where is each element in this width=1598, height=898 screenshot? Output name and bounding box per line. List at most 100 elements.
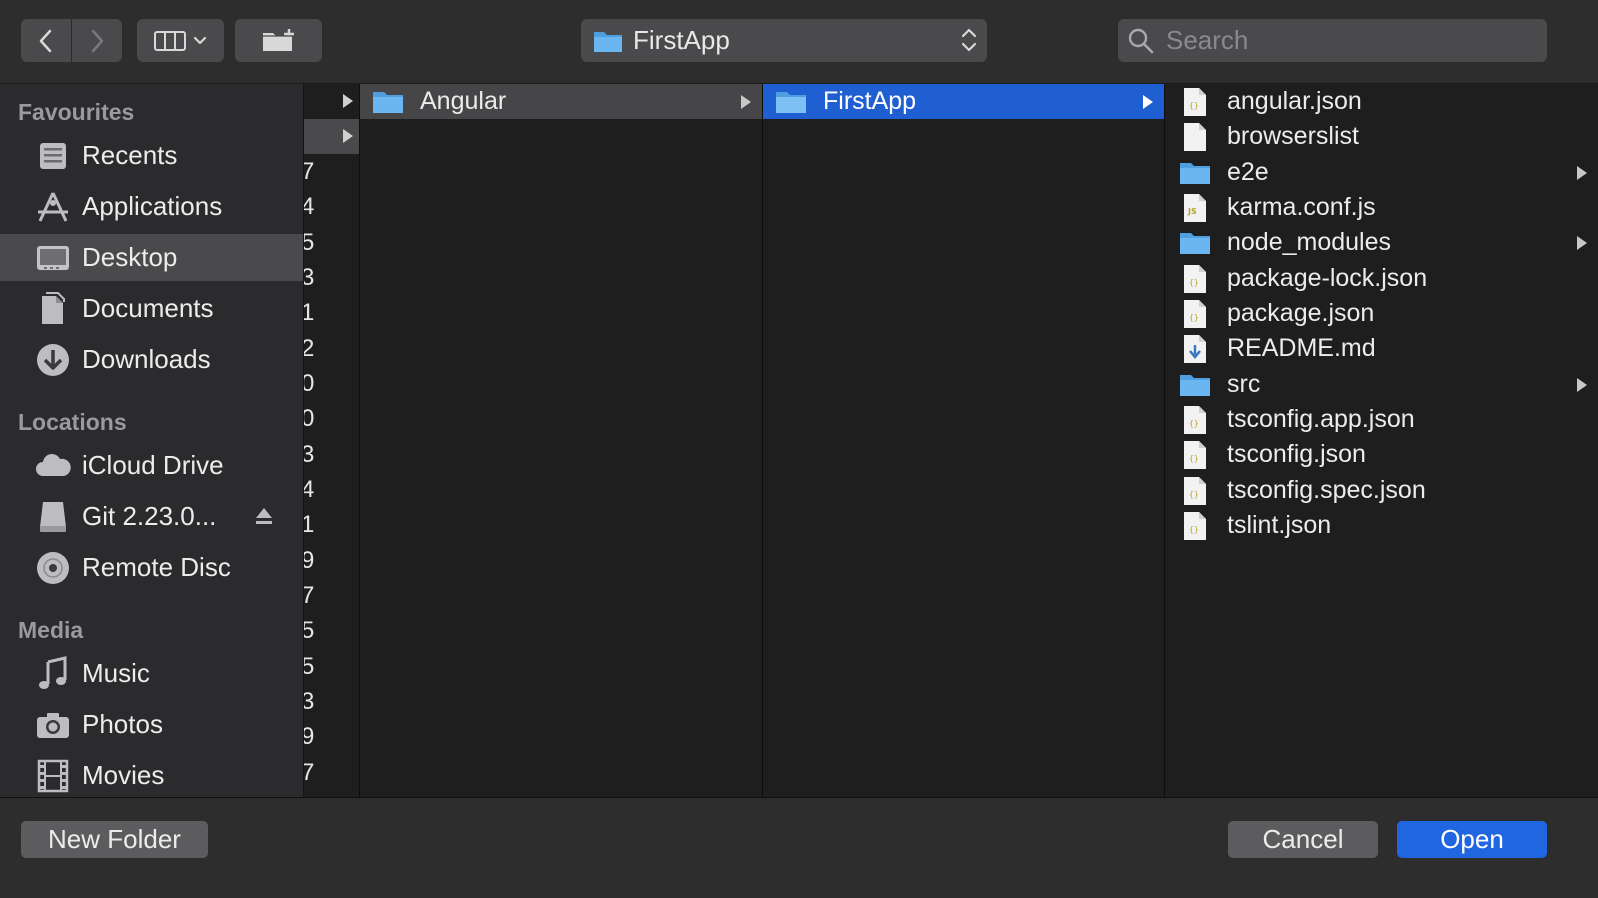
new-folder-button[interactable]: New Folder xyxy=(21,821,208,858)
file-row-label: browserslist xyxy=(1227,122,1359,150)
json-file-icon: {} xyxy=(1179,405,1211,434)
sidebar-item-label: Photos xyxy=(82,709,163,739)
file-row[interactable]: {} tsconfig.spec.json xyxy=(1165,473,1598,508)
partial-text: 5 xyxy=(304,229,314,257)
file-row-label: package.json xyxy=(1227,299,1375,327)
file-row[interactable]: JS karma.conf.js xyxy=(1165,190,1598,225)
path-popup-button[interactable]: FirstApp xyxy=(581,19,987,62)
sidebar-item-label: Downloads xyxy=(82,344,211,374)
search-input[interactable] xyxy=(1164,24,1528,57)
column-row-firstapp[interactable]: FirstApp xyxy=(763,84,1164,119)
back-button[interactable] xyxy=(21,19,71,62)
file-row-label: src xyxy=(1227,370,1261,398)
browser-column-3[interactable]: {} angular.json browserslist e2e JS karm… xyxy=(1165,84,1598,797)
folder-icon xyxy=(372,88,404,116)
film-icon xyxy=(34,757,72,795)
file-row[interactable]: README.md xyxy=(1165,331,1598,366)
partial-text: 1 xyxy=(304,299,314,327)
json-file-icon: {} xyxy=(1179,264,1211,293)
folder-icon xyxy=(1179,371,1211,399)
file-row[interactable]: {} tslint.json xyxy=(1165,508,1598,543)
path-popup-label: FirstApp xyxy=(633,25,730,55)
partial-text: 9 xyxy=(304,547,314,575)
folder-plus-icon xyxy=(262,28,294,51)
svg-text:{}: {} xyxy=(1189,278,1199,287)
svg-text:{}: {} xyxy=(1189,454,1199,463)
json-file-icon: {} xyxy=(1179,511,1211,540)
json-file-icon: {} xyxy=(1179,87,1211,116)
json-file-icon: {} xyxy=(1179,299,1211,328)
file-row-label: karma.conf.js xyxy=(1227,193,1376,221)
column-row-label: Angular xyxy=(420,87,507,115)
svg-text:{}: {} xyxy=(1189,101,1199,110)
forward-button[interactable] xyxy=(72,19,122,62)
cancel-button[interactable]: Cancel xyxy=(1228,821,1378,858)
folder-icon xyxy=(1179,229,1211,257)
downloads-icon xyxy=(34,341,72,379)
view-options-button[interactable] xyxy=(137,19,224,62)
search-field[interactable] xyxy=(1118,19,1547,62)
sidebar-item-desktop[interactable]: Desktop xyxy=(0,234,303,281)
file-row[interactable]: {} tsconfig.json xyxy=(1165,437,1598,472)
sidebar-item-music[interactable]: Music xyxy=(0,650,303,697)
file-row[interactable]: {} angular.json xyxy=(1165,84,1598,119)
column-row[interactable] xyxy=(304,84,359,119)
file-row[interactable]: browserslist xyxy=(1165,119,1598,154)
disclosure-arrow-icon xyxy=(1577,236,1587,250)
folder-icon xyxy=(1179,159,1211,187)
column-row-angular[interactable]: Angular xyxy=(360,84,762,119)
sidebar-item-movies[interactable]: Movies xyxy=(0,752,303,799)
folder-row[interactable]: e2e xyxy=(1165,155,1598,190)
file-row[interactable]: {} tsconfig.app.json xyxy=(1165,402,1598,437)
sidebar-item-recents[interactable]: Recents xyxy=(0,132,303,179)
column-row-selected[interactable] xyxy=(304,119,359,154)
file-row-label: tsconfig.app.json xyxy=(1227,405,1415,433)
sidebar-section-favourites: Favourites xyxy=(18,99,135,125)
music-icon xyxy=(34,655,72,693)
partial-text: 5 xyxy=(304,653,314,681)
partial-text: 9 xyxy=(304,723,314,751)
disclosure-arrow-icon xyxy=(741,95,751,109)
column-view-icon xyxy=(153,30,186,51)
folder-row[interactable]: src xyxy=(1165,367,1598,402)
browser-column-2[interactable]: FirstApp xyxy=(763,84,1165,797)
browser-column-partial[interactable]: 7 4 5 3 1 2 0 0 3 4 1 9 7 5 5 3 9 7 xyxy=(304,84,360,797)
json-file-icon: {} xyxy=(1179,476,1211,505)
dialog-footer: New Folder Cancel Open xyxy=(0,797,1598,898)
sidebar-section-locations: Locations xyxy=(18,409,127,435)
disclosure-arrow-icon xyxy=(1143,95,1153,109)
partial-text: 7 xyxy=(304,582,314,610)
applications-icon xyxy=(34,188,72,226)
open-button[interactable]: Open xyxy=(1397,821,1547,858)
updown-arrows-icon xyxy=(961,28,977,52)
file-row[interactable]: {} package.json xyxy=(1165,296,1598,331)
browser-column-1[interactable]: Angular xyxy=(360,84,763,797)
sidebar-item-icloud-drive[interactable]: iCloud Drive xyxy=(0,442,303,489)
eject-icon[interactable] xyxy=(254,506,274,531)
folder-icon xyxy=(594,31,622,52)
disclosure-arrow-icon xyxy=(343,94,353,108)
sidebar-item-photos[interactable]: Photos xyxy=(0,701,303,748)
sidebar-item-remote-disc[interactable]: Remote Disc xyxy=(0,544,303,591)
disc-icon xyxy=(34,549,72,587)
sidebar-item-applications[interactable]: Applications xyxy=(0,183,303,230)
sidebar-item-label: Documents xyxy=(82,293,214,323)
toolbar: FirstApp xyxy=(0,0,1598,84)
svg-text:{}: {} xyxy=(1189,313,1199,322)
partial-text: 2 xyxy=(304,335,314,363)
folder-row[interactable]: node_modules xyxy=(1165,225,1598,260)
sidebar-item-documents[interactable]: Documents xyxy=(0,285,303,332)
new-folder-toolbar-button[interactable] xyxy=(235,19,322,62)
sidebar-item-git-disk[interactable]: Git 2.23.0... xyxy=(0,493,303,540)
sidebar-item-downloads[interactable]: Downloads xyxy=(0,336,303,383)
column-row-label: FirstApp xyxy=(823,87,917,115)
partial-text: 5 xyxy=(304,617,314,645)
sidebar-item-label: Movies xyxy=(82,760,165,790)
cloud-icon xyxy=(34,447,72,485)
partial-text: 7 xyxy=(304,158,314,186)
partial-text: 4 xyxy=(304,476,314,504)
json-file-icon: {} xyxy=(1179,440,1211,469)
sidebar-item-label: Desktop xyxy=(82,242,178,272)
partial-text: 3 xyxy=(304,264,314,292)
file-row[interactable]: {} package-lock.json xyxy=(1165,261,1598,296)
